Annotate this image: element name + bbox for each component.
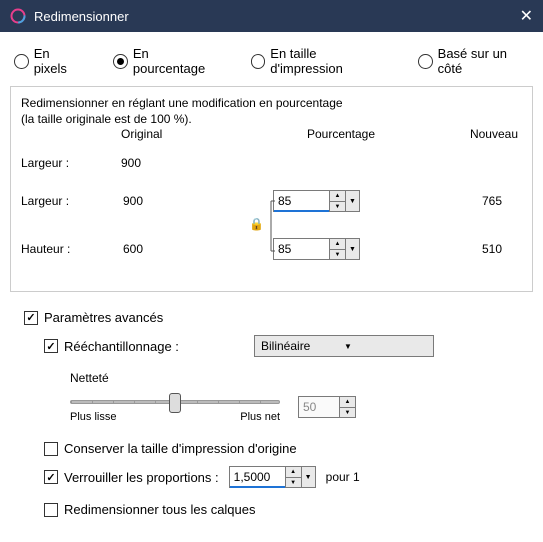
- mode-side[interactable]: Basé sur un côté: [418, 46, 533, 76]
- col-new: Nouveau: [442, 127, 522, 141]
- checkbox-icon: [44, 442, 58, 456]
- mode-percent[interactable]: En pourcentage: [113, 46, 222, 76]
- radio-icon: [113, 54, 128, 69]
- radio-icon: [418, 54, 433, 69]
- width-row-label: Largeur :: [21, 194, 123, 208]
- app-logo-icon: [10, 8, 26, 24]
- mode-percent-label: En pourcentage: [133, 46, 223, 76]
- sharpness-input[interactable]: ▲ ▼: [298, 396, 356, 418]
- spin-up-icon[interactable]: ▲: [340, 397, 355, 408]
- group-desc-1: Redimensionner en réglant une modificati…: [21, 95, 522, 111]
- width-label: Largeur :: [21, 156, 121, 170]
- spin-up-icon[interactable]: ▲: [330, 191, 345, 202]
- width-original: 900: [121, 156, 241, 170]
- sharp-sharp-label: Plus net: [240, 411, 280, 423]
- checkbox-icon: [44, 470, 58, 484]
- height-row-orig: 600: [123, 242, 243, 256]
- lock-ratio-input[interactable]: ▲ ▼ ▼: [229, 466, 316, 488]
- width-percent-field[interactable]: [274, 191, 329, 212]
- mode-pixels-label: En pixels: [34, 46, 86, 76]
- window-title: Redimensionner: [34, 9, 520, 24]
- dropdown-icon[interactable]: ▼: [301, 467, 315, 487]
- mode-pixels[interactable]: En pixels: [14, 46, 85, 76]
- width-percent-input[interactable]: ▲ ▼ ▼: [273, 190, 360, 212]
- radio-icon: [14, 54, 29, 69]
- mode-side-label: Basé sur un côté: [438, 46, 533, 76]
- resample-checkbox[interactable]: Rééchantillonnage :: [44, 339, 254, 354]
- checkbox-icon: [24, 311, 38, 325]
- resize-all-layers-label: Redimensionner tous les calques: [64, 502, 256, 517]
- checkbox-icon: [44, 339, 58, 353]
- radio-icon: [251, 54, 266, 69]
- spin-down-icon[interactable]: ▼: [330, 202, 345, 212]
- close-icon[interactable]: ✕: [520, 6, 533, 26]
- width-row-new: 765: [462, 194, 522, 208]
- spin-down-icon[interactable]: ▼: [340, 408, 355, 418]
- mode-print-label: En taille d'impression: [270, 46, 390, 76]
- dropdown-icon[interactable]: ▼: [345, 239, 359, 259]
- width-row-orig: 900: [123, 194, 243, 208]
- dimensions-group: Redimensionner en réglant une modificati…: [10, 86, 533, 292]
- advanced-params-label: Paramètres avancés: [44, 310, 163, 325]
- col-original: Original: [121, 127, 221, 141]
- chevron-down-icon: ▼: [344, 342, 427, 351]
- spin-up-icon[interactable]: ▲: [286, 467, 301, 478]
- sharpness-field[interactable]: [299, 397, 339, 417]
- resize-all-layers-checkbox[interactable]: Redimensionner tous les calques: [44, 502, 519, 517]
- advanced-params-checkbox[interactable]: Paramètres avancés: [24, 310, 519, 325]
- lock-ratio-field[interactable]: [230, 467, 285, 488]
- col-percent: Pourcentage: [281, 127, 401, 141]
- sharpness-label: Netteté: [70, 371, 519, 385]
- mode-print[interactable]: En taille d'impression: [251, 46, 390, 76]
- lock-ratio-checkbox[interactable]: Verrouiller les proportions :: [44, 470, 219, 485]
- mode-radio-group: En pixels En pourcentage En taille d'imp…: [0, 32, 543, 86]
- sharpness-slider[interactable]: Plus lisse Plus net: [70, 391, 280, 423]
- height-row-new: 510: [462, 242, 522, 256]
- group-desc-2: (la taille originale est de 100 %).: [21, 111, 522, 127]
- resample-label: Rééchantillonnage :: [64, 339, 179, 354]
- sharp-smooth-label: Plus lisse: [70, 411, 116, 423]
- preserve-print-label: Conserver la taille d'impression d'origi…: [64, 441, 297, 456]
- spin-up-icon[interactable]: ▲: [330, 239, 345, 250]
- resample-value: Bilinéaire: [261, 339, 344, 353]
- lock-icon[interactable]: 🔒: [249, 217, 264, 231]
- spin-down-icon[interactable]: ▼: [286, 478, 301, 488]
- height-percent-input[interactable]: ▲ ▼ ▼: [273, 238, 360, 260]
- preserve-print-checkbox[interactable]: Conserver la taille d'impression d'origi…: [44, 441, 519, 456]
- dropdown-icon[interactable]: ▼: [345, 191, 359, 211]
- slider-thumb[interactable]: [169, 393, 181, 413]
- lock-ratio-suffix: pour 1: [326, 470, 360, 484]
- height-percent-field[interactable]: [274, 239, 329, 259]
- resample-combo[interactable]: Bilinéaire ▼: [254, 335, 434, 357]
- spin-down-icon[interactable]: ▼: [330, 250, 345, 260]
- lock-ratio-label: Verrouiller les proportions :: [64, 470, 219, 485]
- checkbox-icon: [44, 503, 58, 517]
- height-row-label: Hauteur :: [21, 242, 123, 256]
